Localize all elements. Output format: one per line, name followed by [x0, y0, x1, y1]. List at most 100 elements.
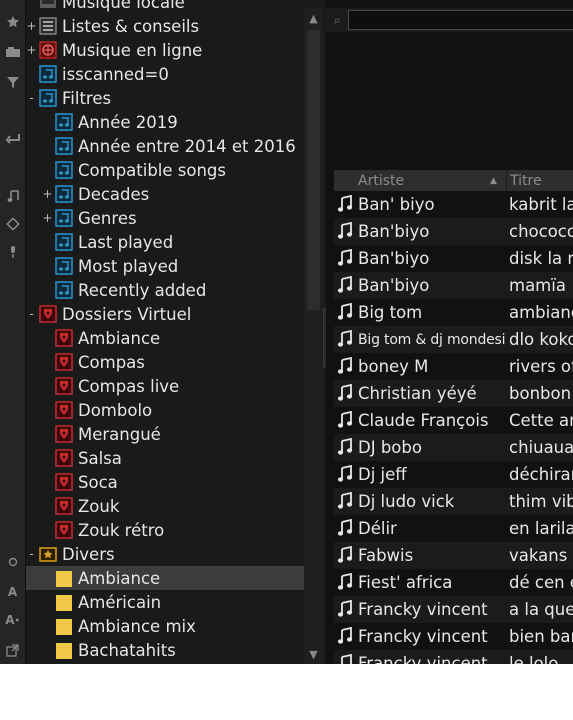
- external-window-icon[interactable]: [0, 638, 25, 662]
- tree-item[interactable]: + Genres: [26, 206, 304, 230]
- smart-filter-icon: [55, 137, 73, 155]
- tree-item[interactable]: Zouk rétro: [26, 518, 304, 542]
- tree-item[interactable]: Compatible songs: [26, 158, 304, 182]
- column-artist-label: Artiste: [358, 172, 405, 189]
- collapse-toggle-icon[interactable]: -: [26, 547, 37, 561]
- column-title[interactable]: Titre: [506, 170, 542, 191]
- track-row[interactable]: Claude François Cette an: [334, 407, 573, 434]
- tree-item[interactable]: - Filtres: [26, 86, 304, 110]
- track-row[interactable]: Francky vincent a la que: [334, 596, 573, 623]
- tree-item-label: Musique en ligne: [62, 40, 203, 60]
- track-row[interactable]: Ban'biyo disk la r: [334, 245, 573, 272]
- music-note-icon: [337, 600, 353, 617]
- favorites-star-icon[interactable]: [0, 10, 25, 34]
- tree-scrollbar[interactable]: [304, 8, 323, 664]
- track-row[interactable]: Francky vincent bien bar: [334, 623, 573, 650]
- tree-item[interactable]: Most played: [26, 254, 304, 278]
- track-row[interactable]: Ban' biyo kabrit la: [334, 191, 573, 218]
- scroll-up-arrow-icon[interactable]: ▲: [304, 8, 323, 28]
- track-artist: Fiest' africa: [358, 573, 453, 592]
- track-row[interactable]: Dj ludo vick thim vibe: [334, 488, 573, 515]
- tree-item-label: Année 2019: [78, 112, 178, 132]
- automix-a-icon[interactable]: A: [0, 580, 25, 604]
- tree-item[interactable]: Recently added: [26, 278, 304, 302]
- folder-icon: [55, 641, 73, 659]
- track-row[interactable]: Francky vincent le lolo: [334, 650, 573, 664]
- tree-item[interactable]: Année entre 2014 et 2016: [26, 134, 304, 158]
- track-row[interactable]: Dj jeff déchiran: [334, 461, 573, 488]
- track-title: vakans: [509, 546, 568, 565]
- tree-item[interactable]: Soca: [26, 470, 304, 494]
- tree-item-label: Decades: [78, 184, 150, 204]
- tree-item[interactable]: Salsa: [26, 446, 304, 470]
- filter-funnel-icon[interactable]: [0, 70, 25, 94]
- tree-item[interactable]: + Musique en ligne: [26, 38, 304, 62]
- track-row[interactable]: Délir en larila: [334, 515, 573, 542]
- track-row[interactable]: Christian yéyé bonbon: [334, 380, 573, 407]
- virtual-folder-icon: [39, 305, 57, 323]
- track-artist: Big tom: [358, 303, 423, 322]
- search-input[interactable]: [348, 10, 573, 30]
- track-title: bien bar: [509, 627, 573, 646]
- smart-filter-icon: [39, 89, 57, 107]
- sampler-icon[interactable]: [0, 212, 25, 236]
- column-artist[interactable]: Artiste: [358, 170, 404, 191]
- tree-item[interactable]: Zouk: [26, 494, 304, 518]
- tree-item[interactable]: - Divers: [26, 542, 304, 566]
- tree-item[interactable]: Last played: [26, 230, 304, 254]
- track-title: Cette an: [509, 411, 573, 430]
- search-icon: ⌕: [334, 13, 341, 27]
- track-artist: DJ bobo: [358, 438, 422, 457]
- tree-item[interactable]: Année 2019: [26, 110, 304, 134]
- tree-item[interactable]: Bachatahits: [26, 638, 304, 662]
- track-artist: Délir: [358, 519, 397, 538]
- folder-icon: [55, 593, 73, 611]
- browser-tree: Musique locale + Listes & conseils + Musique…: [26, 0, 304, 664]
- track-row[interactable]: DJ bobo chiuaua: [334, 434, 573, 461]
- drive-icon[interactable]: [0, 40, 25, 64]
- tree-item[interactable]: Compas live: [26, 374, 304, 398]
- music-note-icon[interactable]: [0, 184, 25, 208]
- track-row[interactable]: Big tom ambianc: [334, 299, 573, 326]
- track-title: ambianc: [509, 303, 573, 322]
- record-dot-icon[interactable]: [0, 550, 25, 574]
- music-note-icon: [337, 330, 353, 347]
- virtual-folder-icon: [55, 497, 73, 515]
- track-row[interactable]: boney M rivers of: [334, 353, 573, 380]
- expand-toggle-icon[interactable]: +: [26, 19, 37, 33]
- tree-item-label: Dombolo: [78, 400, 153, 420]
- tree-item[interactable]: Ambiance mix: [26, 614, 304, 638]
- track-row[interactable]: Fabwis vakans: [334, 542, 573, 569]
- collapse-toggle-icon[interactable]: -: [26, 307, 37, 321]
- track-row[interactable]: Big tom & dj mondesir dlo koko: [334, 326, 573, 353]
- tree-item[interactable]: Dombolo: [26, 398, 304, 422]
- scrollbar-thumb[interactable]: [307, 30, 320, 310]
- track-row[interactable]: Fiest' africa dé cen e: [334, 569, 573, 596]
- tree-item[interactable]: + Decades: [26, 182, 304, 206]
- tree-item[interactable]: Américain: [26, 590, 304, 614]
- music-note-icon: [337, 411, 353, 428]
- tree-item[interactable]: isscanned=0: [26, 62, 304, 86]
- track-title: a la que: [509, 600, 573, 619]
- expand-toggle-icon[interactable]: +: [42, 187, 53, 201]
- tree-item[interactable]: + Listes & conseils: [26, 14, 304, 38]
- scroll-down-arrow-icon[interactable]: ▼: [304, 644, 323, 664]
- expand-toggle-icon[interactable]: +: [42, 211, 53, 225]
- tree-item[interactable]: Merangué: [26, 422, 304, 446]
- tree-item[interactable]: Ambiance: [26, 566, 304, 590]
- tree-list: Musique locale + Listes & conseils + Musique…: [26, 0, 304, 662]
- music-note-icon: [337, 492, 353, 509]
- expand-toggle-icon[interactable]: +: [26, 43, 37, 57]
- track-row[interactable]: Ban'biyo mamïa: [334, 272, 573, 299]
- track-artist: Fabwis: [358, 546, 414, 565]
- back-arrow-icon[interactable]: [0, 126, 25, 150]
- tree-item[interactable]: Ambiance: [26, 326, 304, 350]
- collapse-toggle-icon[interactable]: -: [26, 91, 37, 105]
- microphone-icon[interactable]: [0, 240, 25, 264]
- tree-item[interactable]: Musique locale: [26, 0, 304, 14]
- automix-advanced-icon[interactable]: A •: [0, 608, 25, 632]
- track-row[interactable]: Ban'biyo chococo: [334, 218, 573, 245]
- tree-item[interactable]: Compas: [26, 350, 304, 374]
- local-drive-icon: [39, 0, 57, 11]
- tree-item[interactable]: - Dossiers Virtuel: [26, 302, 304, 326]
